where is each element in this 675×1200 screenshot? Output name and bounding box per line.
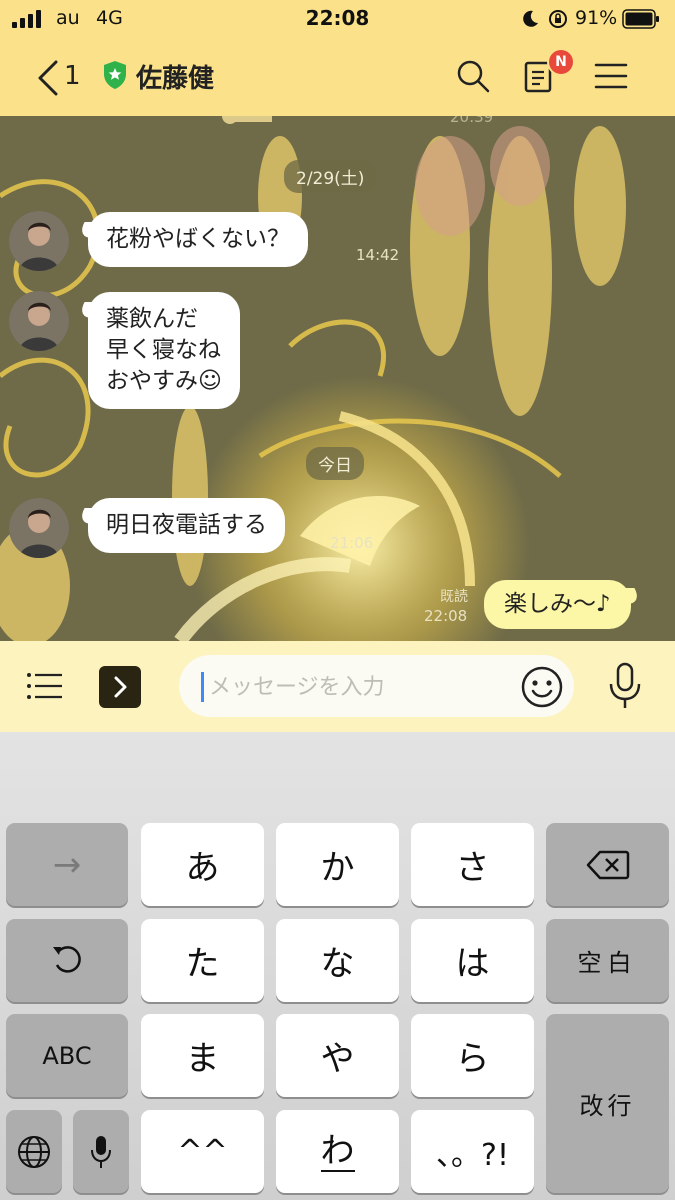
faded-time: 20:39	[450, 116, 494, 126]
read-receipt: 既読	[440, 589, 468, 605]
key-wa[interactable]: わ	[276, 1110, 399, 1193]
notification-badge: N	[547, 48, 575, 76]
date-separator: 2/29(土)	[284, 160, 377, 193]
key-punctuation[interactable]: 、。?!	[411, 1110, 534, 1193]
contact-avatar[interactable]	[9, 211, 69, 271]
key-ya[interactable]: や	[276, 1014, 399, 1097]
key-na[interactable]: な	[276, 919, 399, 1002]
battery-percent: 91%	[575, 7, 618, 29]
key-undo[interactable]	[6, 919, 128, 1002]
delete-backspace-icon	[586, 850, 629, 879]
key-enter[interactable]: 改行	[546, 1014, 669, 1193]
key-ma[interactable]: ま	[141, 1014, 264, 1097]
message-bubble[interactable]: 明日夜電話する	[88, 498, 285, 553]
message-time: 14:42	[356, 246, 400, 264]
message-input[interactable]	[207, 667, 511, 707]
contact-avatar[interactable]	[9, 291, 69, 351]
chevron-right-icon	[114, 676, 127, 698]
key-ha[interactable]: は	[411, 919, 534, 1002]
chat-header: 1 佐藤健 N	[0, 40, 675, 116]
message-time: 22:08	[424, 607, 468, 625]
list-menu-icon[interactable]	[26, 671, 64, 701]
search-icon[interactable]	[455, 58, 491, 94]
key-wa-label: わ	[320, 1130, 355, 1172]
key-abc[interactable]: ABC	[6, 1014, 128, 1097]
back-button[interactable]: 1	[36, 58, 96, 98]
message-time: 21:06	[330, 534, 374, 552]
key-ka[interactable]: か	[276, 823, 399, 906]
unread-count: 1	[64, 61, 81, 91]
message-bubble[interactable]: 薬飲んだ 早く寝なね おやすみ☺	[88, 292, 240, 409]
key-ra[interactable]: ら	[411, 1014, 534, 1097]
hamburger-menu-icon[interactable]	[594, 62, 628, 90]
message-field[interactable]	[179, 655, 574, 717]
emoji-icon[interactable]	[520, 665, 564, 709]
arrow-right-icon: →	[52, 844, 82, 885]
rotation-lock-icon	[549, 10, 567, 28]
moon-icon	[523, 10, 538, 27]
key-ta[interactable]: た	[141, 919, 264, 1002]
japanese-kana-keyboard: → あ か さ た な は 空白 ABC ま や ら 改行 ^^ わ 、。?!	[0, 732, 675, 1200]
chevron-left-icon	[38, 60, 58, 96]
contact-avatar[interactable]	[9, 498, 69, 558]
expand-button[interactable]	[99, 666, 141, 708]
message-bubble[interactable]: 花粉やばくない？	[88, 212, 308, 267]
battery-icon	[622, 9, 659, 29]
globe-icon	[18, 1135, 50, 1168]
key-dictation[interactable]	[73, 1110, 129, 1193]
mic-icon	[91, 1135, 111, 1168]
undo-icon	[53, 945, 81, 973]
chat-area[interactable]: 20:39 2/29(土) 花粉やばくない？ 14:42 薬飲んだ 早く寝なね …	[0, 116, 675, 641]
date-separator: 今日	[306, 447, 364, 480]
avatar-photo	[9, 211, 69, 271]
status-time: 22:08	[305, 6, 370, 30]
key-delete[interactable]	[546, 823, 669, 906]
text-caret	[201, 672, 204, 702]
avatar-photo	[9, 498, 69, 558]
my-message-bubble[interactable]: 楽しみ〜♪	[484, 580, 631, 629]
key-emoticon[interactable]: ^^	[141, 1110, 264, 1193]
key-next-arrow[interactable]: →	[6, 823, 128, 906]
message-input-bar	[0, 641, 675, 732]
contact-name: 佐藤健	[136, 64, 215, 94]
avatar-photo	[9, 291, 69, 351]
key-sa[interactable]: さ	[411, 823, 534, 906]
key-globe[interactable]	[6, 1110, 62, 1193]
status-bar: au 4G 22:08 91%	[0, 0, 675, 40]
microphone-icon[interactable]	[605, 662, 645, 710]
key-a[interactable]: あ	[141, 823, 264, 906]
verified-shield-icon	[104, 61, 126, 89]
key-space[interactable]: 空白	[546, 919, 669, 1002]
